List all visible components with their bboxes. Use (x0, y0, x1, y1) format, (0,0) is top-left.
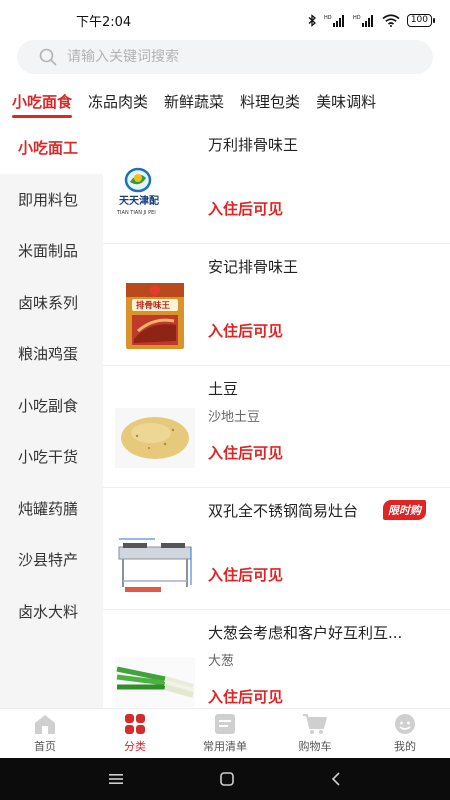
sidebar-item-brine-spices[interactable]: 卤水大料 (0, 586, 103, 638)
logo-main-text: 天天津配 (119, 194, 159, 207)
product-image[interactable] (115, 520, 195, 600)
nav-common-list-label: 常用清单 (203, 740, 247, 753)
cart-icon (303, 714, 327, 734)
stove-image (115, 525, 195, 595)
nav-category[interactable]: 分类 (90, 709, 180, 758)
nav-common-list[interactable]: 常用清单 (180, 709, 270, 758)
list-icon (215, 714, 235, 734)
product-price: 入住后可见 (208, 688, 284, 706)
product-item[interactable]: 大葱会考虑和客户好互利互... 大葱 入住后可见 (103, 610, 450, 708)
product-price: 入住后可见 (208, 322, 284, 340)
menu-icon[interactable] (108, 773, 124, 785)
product-name[interactable]: 土豆 (208, 378, 238, 399)
green-onion-image (115, 657, 195, 707)
product-image[interactable]: 排骨味王 (115, 276, 195, 356)
tab-snack-noodles[interactable]: 小吃面食 (0, 84, 73, 120)
sidebar-item-snack-noodle-tools[interactable]: 小吃面工 (0, 122, 103, 174)
svg-text:HD: HD (353, 15, 361, 21)
nav-cart-label: 购物车 (298, 740, 332, 753)
nav-category-label: 分类 (124, 740, 146, 753)
home-button-icon[interactable] (219, 771, 235, 787)
product-subtitle: 沙地土豆 (208, 410, 261, 425)
logo-sub-text: TIAN TIAN JI PEI (116, 210, 156, 216)
status-bar: 下午2:04 HD HD 100 (0, 0, 450, 40)
sidebar-item-ready-sauce-packs[interactable]: 即用料包 (0, 174, 103, 226)
product-item[interactable]: 双孔全不锈钢简易灶台 限时购 入住后可见 (103, 488, 450, 610)
sidebar-item-rice-flour-products[interactable]: 米面制品 (0, 225, 103, 277)
home-icon (35, 715, 55, 734)
search-icon (39, 48, 57, 66)
product-name[interactable]: 大葱会考虑和客户好互利互... (208, 622, 402, 643)
search-bar[interactable] (17, 40, 433, 74)
product-name[interactable]: 万利排骨味王 (208, 134, 298, 155)
sidebar-item-snack-sides[interactable]: 小吃副食 (0, 380, 103, 432)
signal-icon: HD (324, 14, 344, 27)
seasoning-packet-image: 排骨味王 (126, 283, 184, 349)
sidebar-item-grain-oil-eggs[interactable]: 粮油鸡蛋 (0, 328, 103, 380)
category-icon (125, 714, 145, 734)
sidebar-item-shaxian-specialty[interactable]: 沙县特产 (0, 534, 103, 586)
brand-logo-image: 天天津配 TIAN TIAN JI PEI (116, 167, 159, 216)
nav-home[interactable]: 首页 (0, 709, 90, 758)
product-image[interactable]: 天天津配 TIAN TIAN JI PEI (115, 154, 195, 234)
bluetooth-icon (308, 13, 316, 27)
nav-cart[interactable]: 购物车 (270, 709, 360, 758)
potato-image (115, 408, 195, 468)
system-navigation-bar (0, 758, 450, 800)
sidebar-item-dried-goods[interactable]: 小吃干货 (0, 431, 103, 483)
product-price: 入住后可见 (208, 444, 284, 462)
nav-profile-label: 我的 (394, 740, 416, 753)
tab-fresh-vegetables[interactable]: 新鲜蔬菜 (152, 84, 224, 120)
product-name[interactable]: 双孔全不锈钢简易灶台 (208, 500, 358, 521)
product-price: 入住后可见 (208, 566, 284, 584)
tab-frozen-meat[interactable]: 冻品肉类 (76, 84, 148, 120)
nav-home-label: 首页 (34, 740, 56, 753)
flash-sale-badge: 限时购 (383, 500, 426, 520)
search-input[interactable] (67, 49, 387, 65)
product-image[interactable] (115, 398, 195, 478)
back-icon[interactable] (330, 771, 342, 787)
tab-meal-kits[interactable]: 料理包类 (228, 84, 300, 120)
product-subtitle: 大葱 (208, 654, 235, 669)
product-image[interactable] (115, 642, 195, 708)
product-price: 入住后可见 (208, 200, 284, 218)
sidebar-item-stew-herbal[interactable]: 炖罐药膳 (0, 483, 103, 535)
profile-icon (395, 714, 415, 734)
product-item[interactable]: 排骨味王 安记排骨味王 入住后可见 (103, 244, 450, 366)
bottom-navigation: 首页 分类 常用清单 购物车 我的 (0, 708, 450, 758)
svg-text:HD: HD (324, 15, 332, 21)
subcategory-sidebar: 小吃面工 即用料包 米面制品 卤味系列 粮油鸡蛋 小吃副食 小吃干货 炖罐药膳 … (0, 122, 103, 708)
sidebar-item-braised-series[interactable]: 卤味系列 (0, 277, 103, 329)
battery-icon: 100 (406, 13, 436, 27)
top-category-tabs: 小吃面食 冻品肉类 新鲜蔬菜 料理包类 美味调料 (0, 84, 450, 120)
wifi-icon (382, 13, 400, 27)
signal-icon-2: HD (353, 14, 373, 27)
tab-seasonings[interactable]: 美味调料 (304, 84, 376, 120)
packet-label: 排骨味王 (136, 300, 171, 311)
nav-profile[interactable]: 我的 (360, 709, 450, 758)
product-name[interactable]: 安记排骨味王 (208, 256, 298, 277)
product-list: 天天津配 TIAN TIAN JI PEI 万利排骨味王 入住后可见 排骨味王 … (103, 122, 450, 708)
product-item[interactable]: 天天津配 TIAN TIAN JI PEI 万利排骨味王 入住后可见 (103, 122, 450, 244)
battery-level: 100 (410, 14, 428, 25)
status-icons: HD HD 100 (308, 13, 436, 27)
status-time: 下午2:04 (76, 14, 132, 30)
product-item[interactable]: 土豆 沙地土豆 入住后可见 (103, 366, 450, 488)
